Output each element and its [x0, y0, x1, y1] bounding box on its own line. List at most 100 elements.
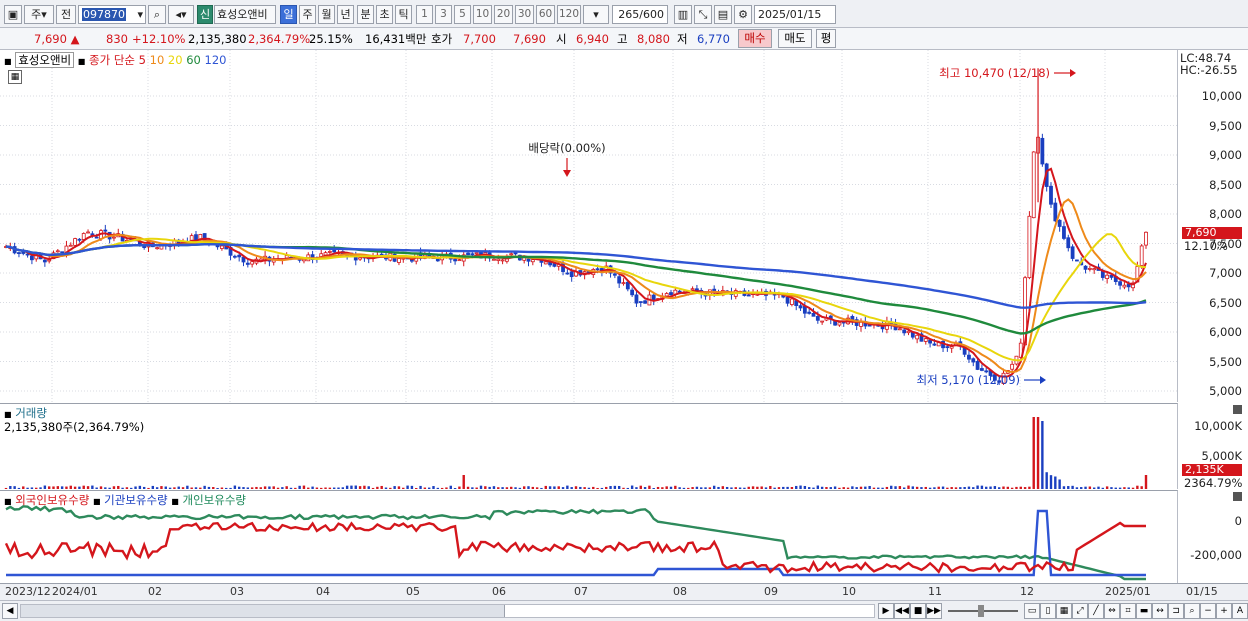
- code-input[interactable]: 097870 ▾: [78, 5, 146, 24]
- zoom-in-icon[interactable]: +: [1216, 603, 1232, 619]
- scroll-right-icon[interactable]: ▶: [878, 603, 894, 619]
- font-size-icon[interactable]: A: [1232, 603, 1248, 619]
- candle-body: [1087, 268, 1092, 270]
- grid-toggle-icon[interactable]: ▦: [8, 70, 22, 84]
- price-chart[interactable]: 최고 10,470 (12/18) 최저 5,170 (12/09) 배당락(0.0…: [0, 50, 1178, 402]
- volume-bar: [1036, 417, 1040, 489]
- zoom-slider[interactable]: [948, 605, 1018, 617]
- window-menu-icon[interactable]: ▣: [4, 5, 22, 24]
- zoom-slider-handle[interactable]: [978, 605, 984, 617]
- price-tick: 9,000: [1209, 148, 1242, 162]
- tab-week[interactable]: 주: [299, 5, 316, 24]
- ruler-icon[interactable]: ▬: [1136, 603, 1152, 619]
- volume-bar: [911, 486, 915, 489]
- volume-bar: [760, 486, 763, 489]
- gear-icon[interactable]: ⚙: [734, 5, 752, 24]
- volume-bar: [173, 487, 176, 489]
- candle-body: [232, 255, 237, 258]
- volume-bar: [177, 486, 180, 489]
- panel-close-icon[interactable]: [1233, 405, 1242, 414]
- volume-bar: [877, 487, 880, 489]
- rewind-icon[interactable]: ◀◀: [894, 603, 910, 619]
- layout-split-icon[interactable]: ▯: [1040, 603, 1056, 619]
- candle-body: [1053, 202, 1058, 222]
- period-select[interactable]: 주▾: [24, 5, 54, 24]
- count-input[interactable]: 265/600: [612, 5, 668, 24]
- minute-5[interactable]: 5: [454, 5, 471, 24]
- layout-grid-icon[interactable]: ▦: [1056, 603, 1072, 619]
- minute-1[interactable]: 1: [416, 5, 433, 24]
- minute-60[interactable]: 60: [536, 5, 555, 24]
- volume-bar: [890, 485, 893, 489]
- range-icon[interactable]: ↔: [1152, 603, 1168, 619]
- count-total: /600: [639, 8, 664, 21]
- buy-button[interactable]: 매수: [738, 29, 772, 48]
- candle-body: [798, 305, 803, 309]
- line-tool-icon[interactable]: ╱: [1088, 603, 1104, 619]
- volume-bar: [315, 487, 319, 489]
- minute-custom-select[interactable]: ▾: [583, 5, 609, 24]
- volume-bar: [872, 487, 876, 489]
- tools-icon[interactable]: ⤢: [1072, 603, 1088, 619]
- volume-bar: [250, 487, 254, 489]
- stock-name-field[interactable]: 효성오앤비: [214, 5, 276, 24]
- search-icon[interactable]: ⌕: [148, 5, 166, 24]
- volume-chart[interactable]: [0, 404, 1178, 490]
- bracket-icon[interactable]: ⊐: [1168, 603, 1184, 619]
- forward-icon[interactable]: ▶▶: [926, 603, 942, 619]
- panel-close-icon[interactable]: [1233, 492, 1242, 501]
- minute-20[interactable]: 20: [494, 5, 513, 24]
- candle-body: [630, 289, 635, 296]
- layout-icon[interactable]: ▭: [1024, 603, 1040, 619]
- zoom-out-icon[interactable]: −: [1200, 603, 1216, 619]
- save-icon[interactable]: ▤: [714, 5, 732, 24]
- cross-line-icon[interactable]: ⤡: [694, 5, 712, 24]
- price-chart-panel[interactable]: 최고 10,470 (12/18) 최저 5,170 (12/09) 배당락(0.0…: [0, 50, 1178, 402]
- tab-month[interactable]: 월: [318, 5, 335, 24]
- stop-icon[interactable]: ■: [910, 603, 926, 619]
- holdings-panel[interactable]: ■ 외국인보유수량 ■ 기관보유수량 ■ 개인보유수량: [0, 490, 1178, 583]
- crop-icon[interactable]: ⌗: [1120, 603, 1136, 619]
- volume-bar: [579, 486, 582, 489]
- flat-button[interactable]: 평: [816, 29, 836, 48]
- volume-panel[interactable]: ■ 거래량 2,135,380주(2,364.79%): [0, 403, 1178, 489]
- volume-bar: [354, 485, 357, 489]
- candle-body: [906, 330, 911, 334]
- tab-tick[interactable]: 틱: [395, 5, 412, 24]
- volume-bar: [1114, 487, 1117, 489]
- tab-minute[interactable]: 분: [357, 5, 374, 24]
- volume-bar: [751, 486, 755, 489]
- zoom-icon[interactable]: ⌕: [1184, 603, 1200, 619]
- minute-120[interactable]: 120: [557, 5, 581, 24]
- ma-60-line: [5, 243, 1147, 335]
- candle-body: [617, 276, 622, 284]
- foreign-holdings-line: [4, 521, 1146, 574]
- candle-body: [625, 281, 630, 290]
- volume-bar: [328, 487, 332, 489]
- tab-year[interactable]: 년: [337, 5, 354, 24]
- volume-bar: [406, 485, 409, 489]
- candle-icon[interactable]: ▥: [674, 5, 692, 24]
- date-input[interactable]: 2025/01/15: [754, 5, 836, 24]
- scrollbar-thumb[interactable]: [504, 605, 874, 617]
- volume-bar: [1041, 421, 1044, 489]
- volume-bar: [73, 486, 77, 489]
- scroll-left-icon[interactable]: ◀: [2, 603, 18, 619]
- sound-icon[interactable]: ◂▾: [168, 5, 194, 24]
- candle-body: [358, 257, 362, 260]
- tab-day[interactable]: 일: [280, 5, 297, 24]
- candle-body: [397, 258, 401, 263]
- open-label: 시: [556, 32, 567, 46]
- legend-ma-5: 5: [138, 53, 146, 67]
- minute-30[interactable]: 30: [515, 5, 534, 24]
- minute-3[interactable]: 3: [435, 5, 452, 24]
- fit-icon[interactable]: ⇔: [1104, 603, 1120, 619]
- scrollbar-track[interactable]: [20, 604, 875, 618]
- tab-second[interactable]: 초: [376, 5, 393, 24]
- sell-button[interactable]: 매도: [778, 29, 812, 48]
- hc-label: HC:-26.55: [1180, 63, 1238, 77]
- prefix-button[interactable]: 전: [56, 5, 76, 24]
- minute-10[interactable]: 10: [473, 5, 492, 24]
- volume-bar: [859, 486, 863, 489]
- date-axis: 2023/12 2024/01 02 03 04 05 06 07 08 09 …: [0, 583, 1248, 600]
